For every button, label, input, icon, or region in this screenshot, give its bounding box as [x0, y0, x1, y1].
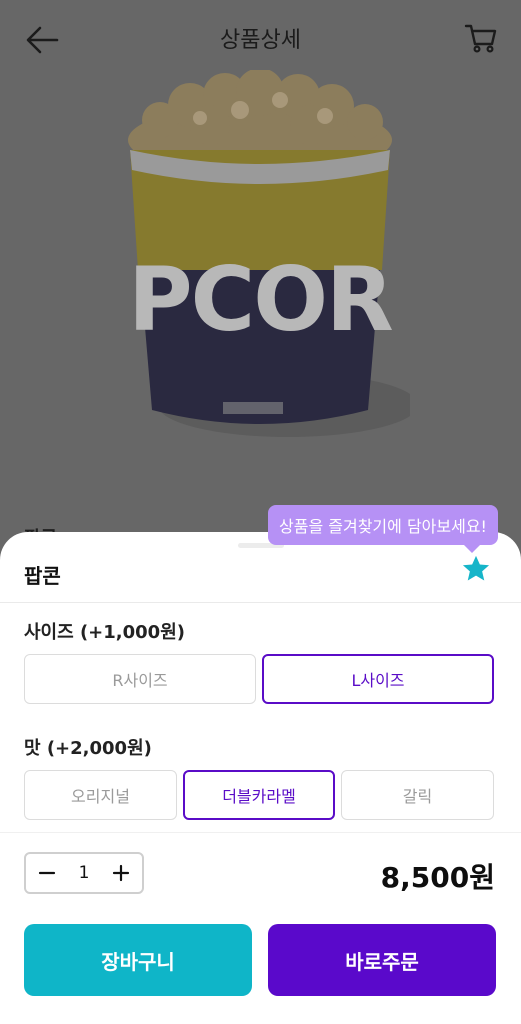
sheet-product-name: 팝콘 — [24, 564, 61, 588]
size-option-r[interactable]: R사이즈 — [24, 654, 256, 704]
quantity-value: 1 — [78, 863, 90, 883]
total-price: 8,500원 — [380, 861, 495, 894]
decrease-button[interactable] — [36, 862, 58, 884]
cart-icon — [464, 24, 497, 53]
increase-button[interactable] — [110, 862, 132, 884]
page-title: 상품상세 — [220, 28, 301, 53]
app-bar: 상품상세 — [0, 0, 521, 78]
divider — [0, 602, 521, 603]
flavor-option-original[interactable]: 오리지널 — [24, 770, 177, 820]
popcorn-bucket-image: PCOR — [128, 70, 410, 437]
quantity-stepper: 1 — [24, 852, 144, 894]
plus-icon — [112, 864, 130, 882]
favorite-tooltip: 상품을 즐겨찾기에 담아보세요! — [268, 505, 498, 553]
buy-now-button[interactable]: 바로주문 — [268, 924, 496, 996]
option-bottom-sheet: 팝콘 사이즈 (+1,000원) R사이즈 L사이즈 맛 (+2,000원) 오… — [0, 532, 521, 1024]
favorite-button[interactable] — [460, 553, 492, 585]
size-option-l[interactable]: L사이즈 — [262, 654, 494, 704]
divider — [0, 832, 521, 833]
svg-text:PCOR: PCOR — [128, 248, 392, 351]
star-icon — [462, 555, 490, 581]
add-to-cart-button[interactable]: 장바구니 — [24, 924, 252, 996]
minus-icon — [38, 871, 56, 875]
flavor-section-label: 맛 (+2,000원) — [24, 738, 152, 759]
flavor-option-garlic[interactable]: 갈릭 — [341, 770, 494, 820]
cart-button[interactable] — [461, 18, 501, 58]
flavor-option-double-caramel[interactable]: 더블카라멜 — [183, 770, 335, 820]
size-section-label: 사이즈 (+1,000원) — [24, 622, 185, 643]
